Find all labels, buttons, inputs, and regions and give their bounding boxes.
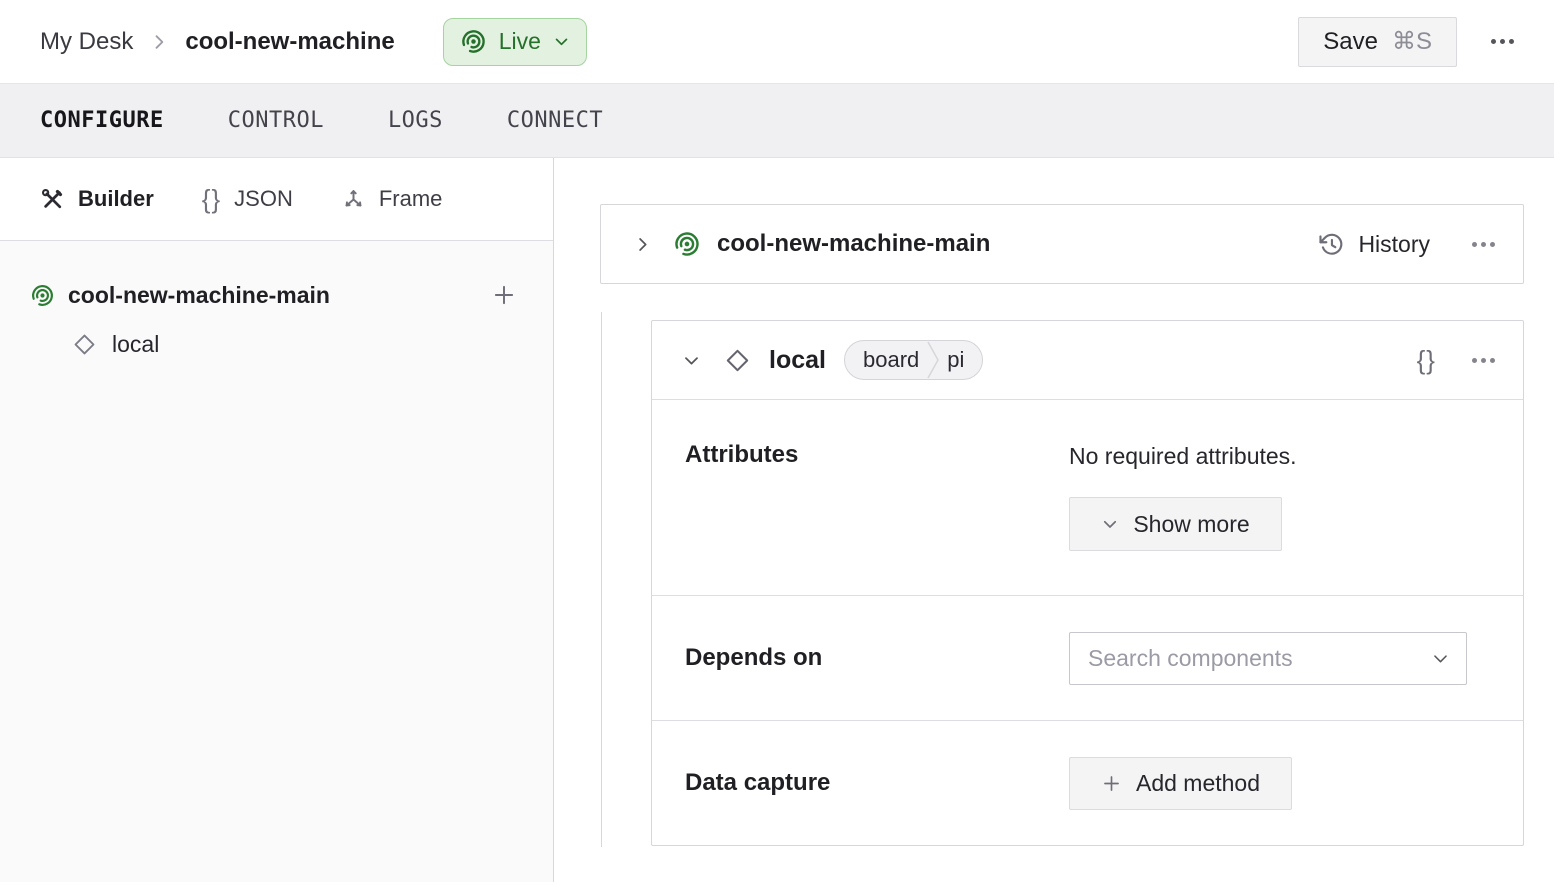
component-model: pi xyxy=(941,347,982,373)
part-overflow-menu-icon[interactable] xyxy=(1472,242,1495,247)
show-more-button[interactable]: Show more xyxy=(1069,497,1282,551)
machine-tabbar: CONFIGURE CONTROL LOGS CONNECT xyxy=(0,84,1554,158)
plus-icon xyxy=(1101,773,1122,794)
content-area: Builder {} JSON Frame xyxy=(0,158,1554,882)
breadcrumb-current: cool-new-machine xyxy=(185,28,394,56)
component-card-local: local board pi {} Attributes No required… xyxy=(651,320,1524,846)
show-more-label: Show more xyxy=(1133,511,1249,538)
braces-icon[interactable]: {} xyxy=(1417,345,1436,376)
attributes-empty-text: No required attributes. xyxy=(1069,441,1297,470)
chevron-down-icon xyxy=(1431,649,1450,668)
breadcrumb: My Desk cool-new-machine xyxy=(40,28,395,56)
part-card-title: cool-new-machine-main xyxy=(717,230,1318,258)
top-header: My Desk cool-new-machine Live Save ⌘S xyxy=(0,0,1554,84)
mode-json[interactable]: {} JSON xyxy=(202,184,293,215)
live-status-badge[interactable]: Live xyxy=(443,18,587,66)
mode-builder-label: Builder xyxy=(78,186,154,212)
depends-on-label: Depends on xyxy=(685,644,1069,672)
chevron-divider-icon xyxy=(925,341,941,379)
history-button[interactable]: History xyxy=(1318,231,1430,258)
nesting-connector-line xyxy=(601,312,602,847)
broadcast-icon xyxy=(460,28,487,55)
mode-builder[interactable]: Builder xyxy=(40,186,154,212)
component-card-header: local board pi {} xyxy=(652,321,1523,400)
save-button-label: Save xyxy=(1323,28,1378,56)
component-type-badge: board pi xyxy=(844,340,983,380)
depends-on-section: Depends on Search components xyxy=(652,595,1523,720)
add-method-label: Add method xyxy=(1136,770,1260,797)
tab-logs[interactable]: LOGS xyxy=(388,108,443,133)
attributes-section: Attributes No required attributes. Show … xyxy=(652,400,1523,595)
chevron-right-icon[interactable] xyxy=(633,235,652,254)
add-component-icon[interactable] xyxy=(491,282,517,308)
chevron-down-icon xyxy=(1101,515,1119,533)
save-button[interactable]: Save ⌘S xyxy=(1298,17,1457,67)
tree-item-label: local xyxy=(112,331,159,358)
live-status-label: Live xyxy=(499,28,541,55)
view-mode-switcher: Builder {} JSON Frame xyxy=(0,158,553,241)
component-type: board xyxy=(845,347,925,373)
history-button-label: History xyxy=(1358,231,1430,258)
breadcrumb-parent[interactable]: My Desk xyxy=(40,28,133,56)
diamond-icon xyxy=(724,347,751,374)
diamond-icon xyxy=(72,332,97,357)
mode-frame[interactable]: Frame xyxy=(341,186,443,212)
tab-connect[interactable]: CONNECT xyxy=(507,108,603,133)
depends-on-placeholder: Search components xyxy=(1088,645,1293,672)
data-capture-label: Data capture xyxy=(685,769,1069,797)
depends-on-select[interactable]: Search components xyxy=(1069,632,1467,685)
machine-tree: cool-new-machine-main local xyxy=(0,241,553,368)
history-clock-icon xyxy=(1318,231,1345,258)
broadcast-icon xyxy=(30,283,55,308)
save-shortcut-hint: ⌘S xyxy=(1392,27,1432,56)
frame-axes-icon xyxy=(341,187,366,212)
broadcast-icon xyxy=(673,230,701,258)
chevron-down-icon[interactable] xyxy=(682,351,701,370)
mode-json-label: JSON xyxy=(234,186,293,212)
braces-icon: {} xyxy=(202,184,221,215)
tab-control[interactable]: CONTROL xyxy=(228,108,324,133)
attributes-label: Attributes xyxy=(685,441,1069,557)
attributes-body: No required attributes. Show more xyxy=(1069,441,1297,557)
config-sidebar: Builder {} JSON Frame xyxy=(0,158,554,882)
tree-item-label: cool-new-machine-main xyxy=(68,282,478,309)
config-main-panel: cool-new-machine-main History xyxy=(554,158,1554,882)
tree-item-component-local[interactable]: local xyxy=(0,320,553,368)
component-overflow-menu-icon[interactable] xyxy=(1472,358,1495,363)
tree-item-machine-part[interactable]: cool-new-machine-main xyxy=(0,270,553,320)
machine-part-card: cool-new-machine-main History xyxy=(600,204,1524,284)
tab-configure[interactable]: CONFIGURE xyxy=(40,108,164,133)
chevron-right-icon xyxy=(149,32,169,52)
header-overflow-menu-icon[interactable] xyxy=(1491,39,1514,44)
mode-frame-label: Frame xyxy=(379,186,443,212)
add-method-button[interactable]: Add method xyxy=(1069,757,1292,810)
tools-icon xyxy=(40,187,65,212)
data-capture-section: Data capture Add method xyxy=(652,720,1523,845)
component-card-title: local xyxy=(769,346,826,375)
chevron-down-icon xyxy=(553,33,570,50)
